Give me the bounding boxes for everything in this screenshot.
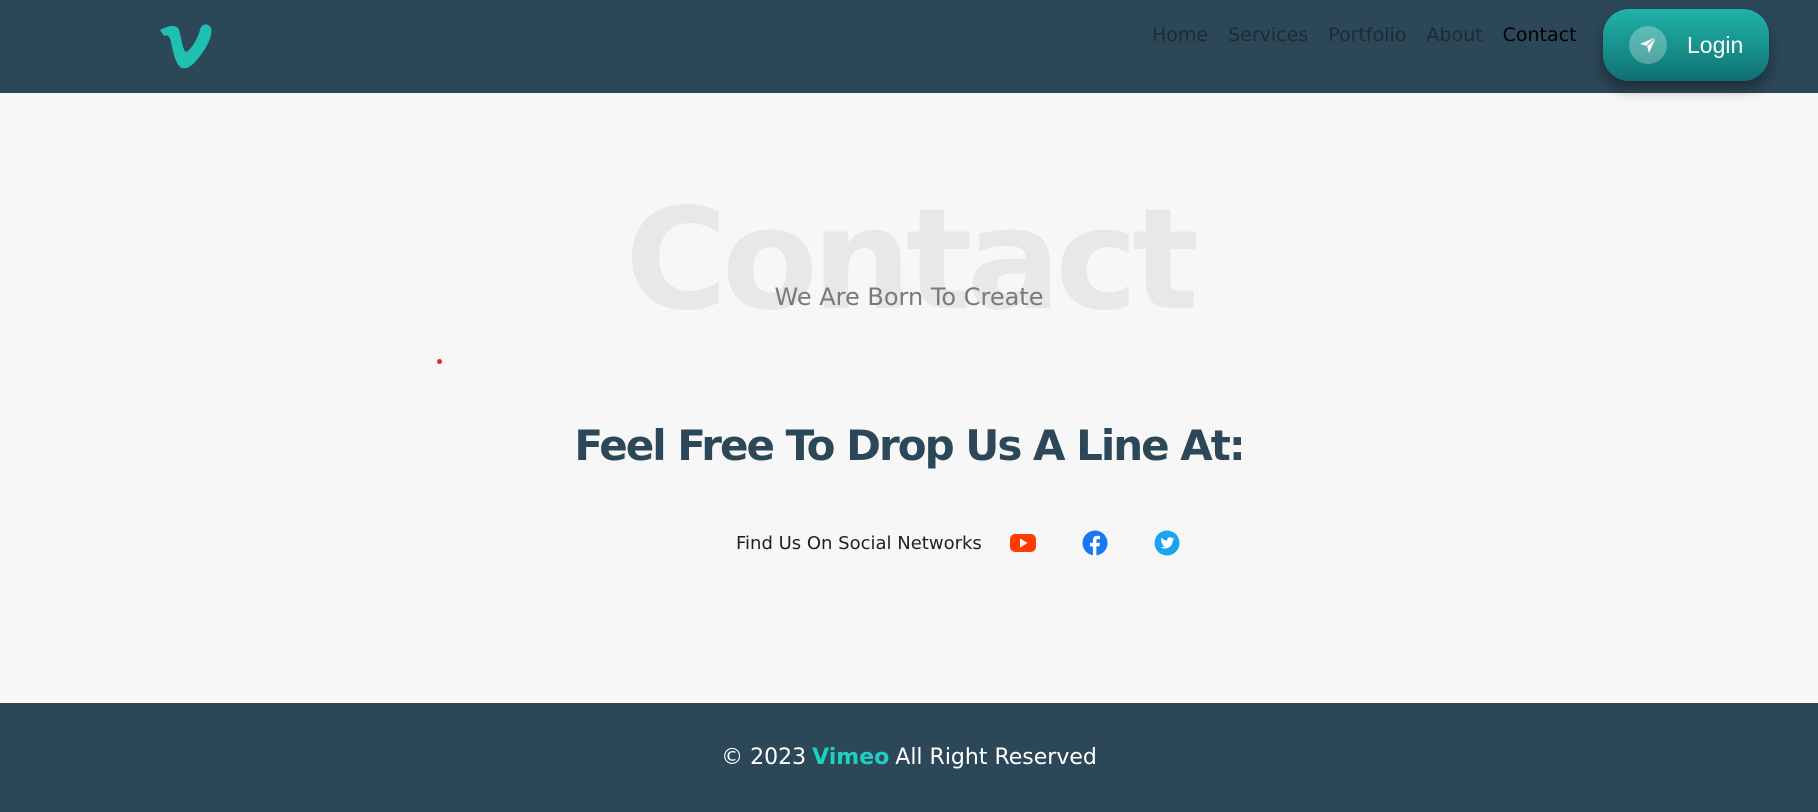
login-button[interactable]: Login xyxy=(1603,9,1769,81)
vimeo-logo-icon[interactable] xyxy=(158,20,214,70)
nav-link-contact[interactable]: Contact xyxy=(1503,22,1577,48)
facebook-icon[interactable] xyxy=(1082,530,1108,556)
social-label: Find Us On Social Networks xyxy=(736,532,982,554)
login-label: Login xyxy=(1687,31,1744,58)
nav-link-about[interactable]: About xyxy=(1426,22,1482,48)
red-dot xyxy=(437,359,442,364)
footer: © 2023 Vimeo All Right Reserved xyxy=(0,703,1818,812)
nav-link-home[interactable]: Home xyxy=(1152,22,1208,48)
social-links: Find Us On Social Networks xyxy=(736,523,1226,563)
page-headline: Feel Free To Drop Us A Line At: xyxy=(574,421,1245,470)
footer-brand[interactable]: Vimeo xyxy=(812,745,889,770)
paper-plane-icon xyxy=(1629,26,1667,64)
twitter-icon[interactable] xyxy=(1154,530,1180,556)
contact-section: Contact We Are Born To Create Feel Free … xyxy=(0,93,1818,703)
nav-link-services[interactable]: Services xyxy=(1228,22,1308,48)
main-nav: Home Services Portfolio About Contact xyxy=(1152,22,1577,48)
rights-text: All Right Reserved xyxy=(895,745,1097,770)
copyright-text: © 2023 xyxy=(721,745,807,770)
nav-link-portfolio[interactable]: Portfolio xyxy=(1328,22,1406,48)
youtube-icon[interactable] xyxy=(1009,530,1036,556)
page-subtitle: We Are Born To Create xyxy=(774,283,1044,311)
navbar: Home Services Portfolio About Contact Lo… xyxy=(0,0,1818,93)
